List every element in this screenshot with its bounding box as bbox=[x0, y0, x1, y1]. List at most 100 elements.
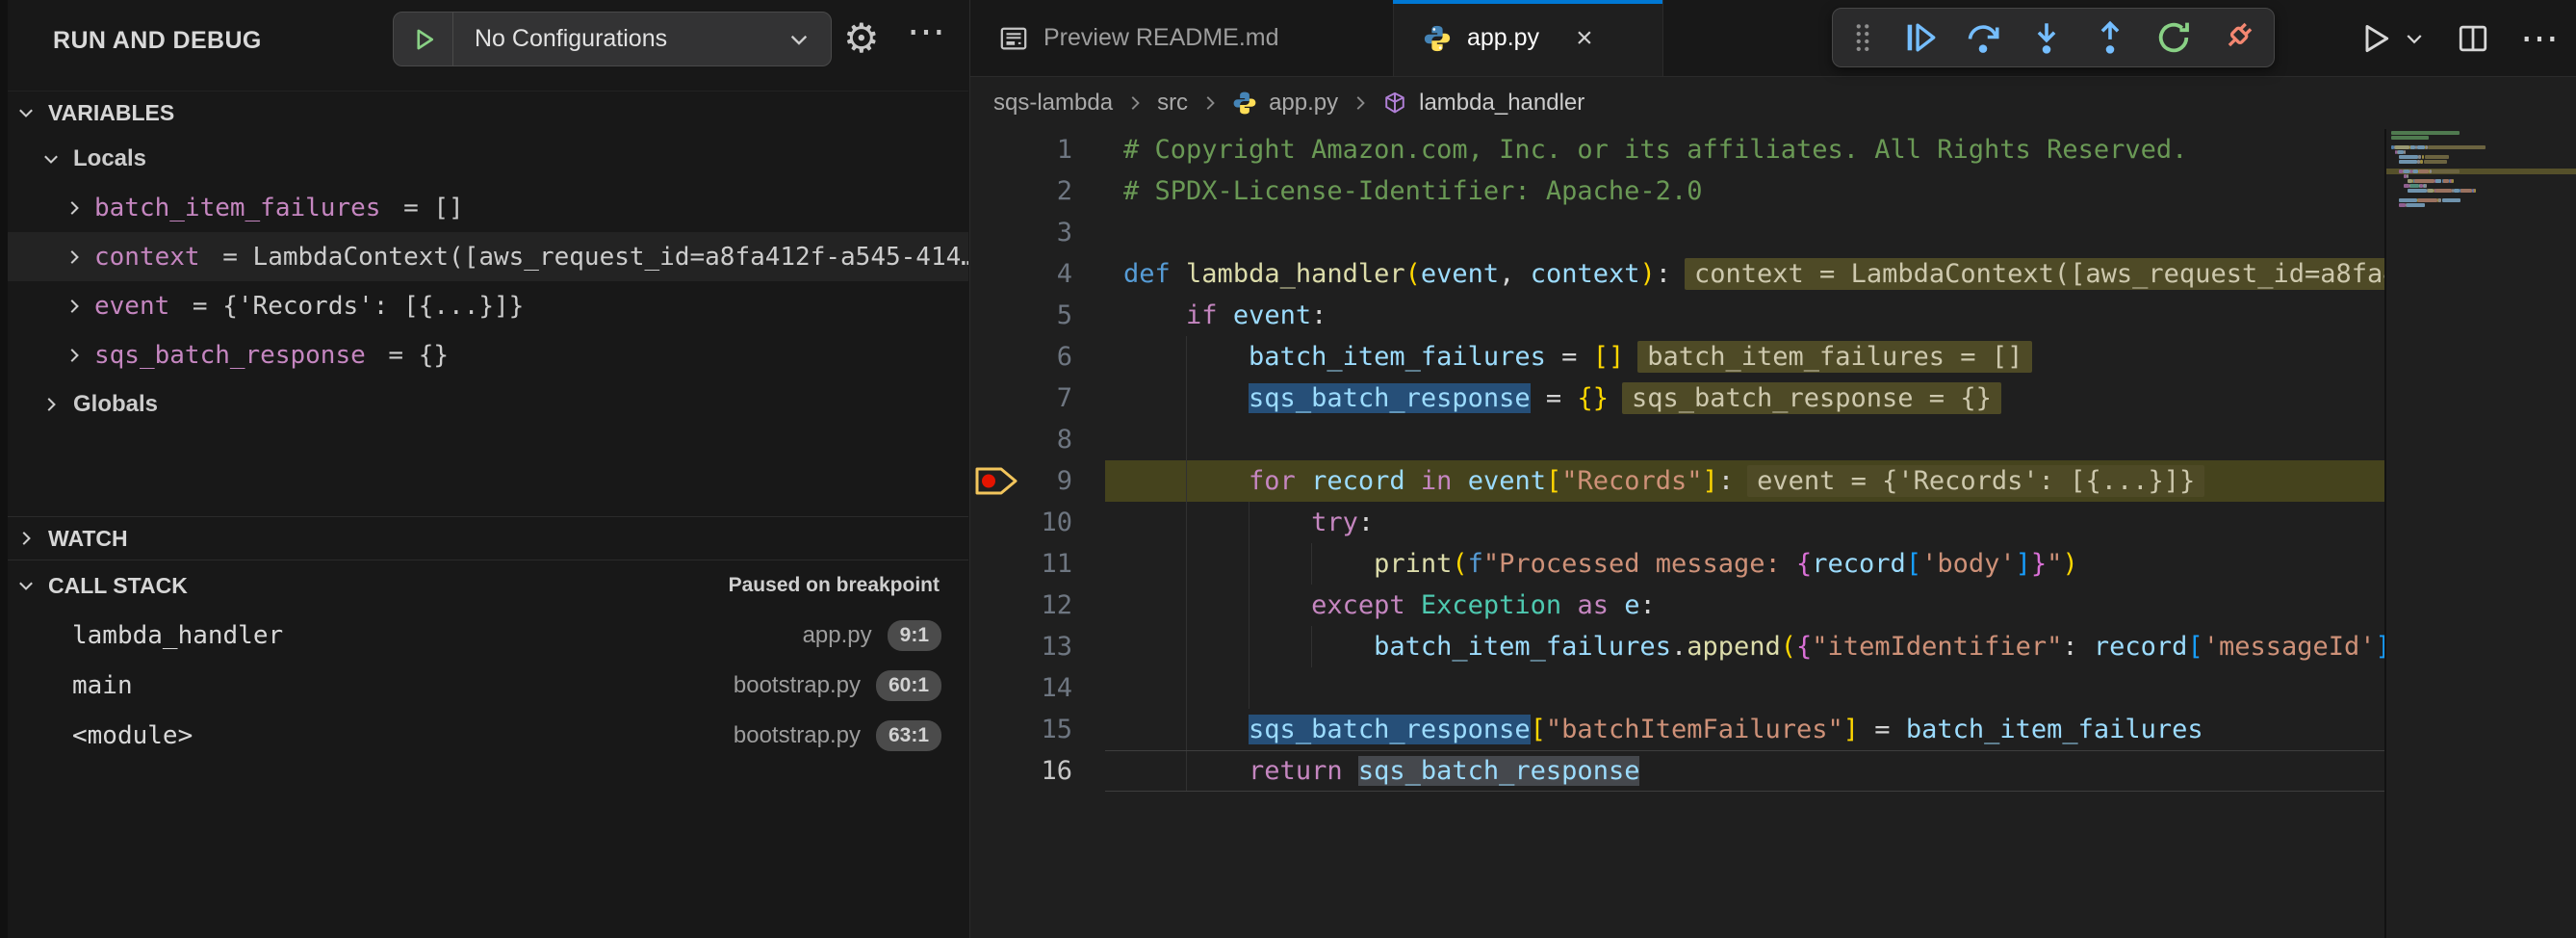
breadcrumb-symbol[interactable]: lambda_handler bbox=[1419, 90, 1584, 117]
code-token: , bbox=[1499, 259, 1531, 289]
code-line-9[interactable]: for record in event["Records"]:event = {… bbox=[1105, 460, 2384, 502]
tab-app-py[interactable]: app.py × bbox=[1394, 0, 1663, 76]
line-number-13[interactable]: 13 bbox=[970, 626, 1105, 667]
line-number-15[interactable]: 15 bbox=[970, 709, 1105, 750]
code-line-2[interactable]: # SPDX-License-Identifier: Apache-2.0 bbox=[1105, 170, 2384, 212]
code-token: "batchItemFailures" bbox=[1546, 715, 1843, 744]
code-token: "itemIdentifier" bbox=[1812, 632, 2062, 662]
config-dropdown-label: No Configurations bbox=[453, 25, 786, 53]
code-token bbox=[1405, 466, 1421, 496]
minimap-segment bbox=[2443, 179, 2449, 183]
code-token: sqs_batch_response bbox=[1249, 715, 1531, 744]
code-token: # SPDX-License-Identifier: Apache-2.0 bbox=[1123, 176, 1702, 206]
line-number-10[interactable]: 10 bbox=[970, 502, 1105, 543]
line-number-8[interactable]: 8 bbox=[970, 419, 1105, 460]
indent-guide bbox=[1186, 419, 1187, 460]
line-number-9[interactable]: 9 bbox=[970, 460, 1105, 502]
code-line-5[interactable]: if event: bbox=[1105, 295, 2384, 336]
code-line-3[interactable] bbox=[1105, 212, 2384, 253]
line-number-6[interactable]: 6 bbox=[970, 336, 1105, 378]
variable-row-context[interactable]: context = LambdaContext([aws_request_id=… bbox=[0, 232, 968, 281]
watch-section-header[interactable]: WATCH bbox=[0, 517, 968, 560]
minimap-hint-segment bbox=[2432, 169, 2460, 173]
stack-frame-row[interactable]: mainbootstrap.py60:1 bbox=[0, 661, 968, 711]
line-number-4[interactable]: 4 bbox=[970, 253, 1105, 295]
code-line-12[interactable]: except Exception as e: bbox=[1105, 585, 2384, 626]
step-out-icon[interactable] bbox=[2089, 16, 2131, 59]
variables-section-header[interactable]: VARIABLES bbox=[0, 91, 968, 134]
variable-row-batch_item_failures[interactable]: batch_item_failures = [] bbox=[0, 183, 968, 232]
step-into-icon[interactable] bbox=[2025, 16, 2068, 59]
run-python-file-button[interactable] bbox=[2358, 21, 2426, 56]
close-icon[interactable]: × bbox=[1576, 24, 1593, 53]
more-actions-icon[interactable]: ⋯ bbox=[2520, 16, 2559, 61]
disconnect-icon[interactable] bbox=[2216, 16, 2258, 59]
code-token: lambda_handler bbox=[1186, 259, 1405, 289]
code-line-1[interactable]: # Copyright Amazon.com, Inc. or its affi… bbox=[1105, 129, 2384, 170]
start-debugging-icon[interactable] bbox=[394, 13, 453, 65]
continue-icon[interactable] bbox=[1898, 16, 1941, 59]
variable-row-sqs_batch_response[interactable]: sqs_batch_response = {} bbox=[0, 330, 968, 379]
inline-debug-value: context = LambdaContext([aws_request_id=… bbox=[1685, 258, 2384, 290]
chevron-right-icon bbox=[1350, 92, 1371, 114]
stack-frame-row[interactable]: lambda_handlerapp.py9:1 bbox=[0, 611, 968, 661]
gear-icon[interactable]: ⚙ bbox=[843, 6, 880, 70]
indent-guide bbox=[1186, 585, 1187, 626]
indent-guide bbox=[1311, 626, 1312, 667]
code-lines[interactable]: # Copyright Amazon.com, Inc. or its affi… bbox=[1105, 129, 2384, 792]
symbol-method-icon bbox=[1382, 91, 1407, 116]
scope-row-locals[interactable]: Locals bbox=[0, 134, 968, 183]
code-token bbox=[1296, 466, 1311, 496]
breadcrumb-folder[interactable]: sqs-lambda bbox=[993, 90, 1113, 117]
restart-icon[interactable] bbox=[2152, 16, 2195, 59]
code-token: batch_item_failures bbox=[1374, 632, 1671, 662]
markdown-preview-icon bbox=[999, 24, 1028, 53]
code-token: : bbox=[1311, 300, 1327, 330]
code-line-4[interactable]: def lambda_handler(event, context):conte… bbox=[1105, 253, 2384, 295]
code-line-10[interactable]: try: bbox=[1105, 502, 2384, 543]
split-editor-icon[interactable] bbox=[2457, 22, 2489, 55]
stack-frame-row[interactable]: <module>bootstrap.py63:1 bbox=[0, 711, 968, 761]
more-actions-icon[interactable]: ⋯ bbox=[907, 10, 945, 54]
chevron-down-icon bbox=[39, 146, 64, 171]
code-token: sqs_batch_response bbox=[1358, 756, 1640, 786]
code-token: return bbox=[1249, 756, 1343, 786]
line-number-3[interactable]: 3 bbox=[970, 212, 1105, 253]
code-line-8[interactable] bbox=[1105, 419, 2384, 460]
line-number-16[interactable]: 16 bbox=[970, 750, 1105, 792]
line-number-1[interactable]: 1 bbox=[970, 129, 1105, 170]
code-token: [] bbox=[1593, 342, 1625, 372]
breadcrumb-folder[interactable]: src bbox=[1157, 90, 1188, 117]
minimap[interactable] bbox=[2384, 129, 2576, 938]
breadcrumb-file[interactable]: app.py bbox=[1269, 90, 1338, 117]
drag-grip-icon[interactable] bbox=[1848, 16, 1877, 59]
scope-row-globals[interactable]: Globals bbox=[0, 379, 968, 429]
minimap-segment bbox=[2425, 184, 2427, 188]
chevron-right-icon bbox=[1124, 92, 1146, 114]
frame-name: <module> bbox=[72, 721, 193, 750]
line-number-7[interactable]: 7 bbox=[970, 378, 1105, 419]
minimap-hint-segment bbox=[2424, 160, 2447, 164]
chevron-right-icon bbox=[62, 294, 87, 319]
line-number-11[interactable]: 11 bbox=[970, 543, 1105, 585]
code-line-13[interactable]: batch_item_failures.append({"itemIdentif… bbox=[1105, 626, 2384, 667]
code-line-11[interactable]: print(f"Processed message: {record['body… bbox=[1105, 543, 2384, 585]
step-over-icon[interactable] bbox=[1962, 16, 2004, 59]
debug-config-dropdown[interactable]: No Configurations bbox=[393, 12, 832, 66]
variable-row-event[interactable]: event = {'Records': [{...}]} bbox=[0, 281, 968, 330]
tab-preview-readme[interactable]: Preview README.md bbox=[970, 0, 1394, 76]
line-number-2[interactable]: 2 bbox=[970, 170, 1105, 212]
line-number-5[interactable]: 5 bbox=[970, 295, 1105, 336]
code-line-6[interactable]: batch_item_failures = []batch_item_failu… bbox=[1105, 336, 2384, 378]
code-line-14[interactable] bbox=[1105, 667, 2384, 709]
call-stack-section-header[interactable]: CALL STACK Paused on breakpoint bbox=[0, 560, 968, 611]
line-number-12[interactable]: 12 bbox=[970, 585, 1105, 626]
code-line-16[interactable]: return sqs_batch_response bbox=[1105, 750, 2384, 792]
code-line-15[interactable]: sqs_batch_response["batchItemFailures"] … bbox=[1105, 709, 2384, 750]
code-line-7[interactable]: sqs_batch_response = {}sqs_batch_respons… bbox=[1105, 378, 2384, 419]
sidebar-header: RUN AND DEBUG No Configurations ⚙ ⋯ bbox=[0, 0, 969, 85]
editor-gutter[interactable]: 12345678910111213141516 bbox=[970, 129, 1105, 792]
editor-actions: ⋯ bbox=[2358, 0, 2559, 77]
line-number-14[interactable]: 14 bbox=[970, 667, 1105, 709]
code-editor[interactable]: 12345678910111213141516 # Copyright Amaz… bbox=[970, 129, 2576, 938]
